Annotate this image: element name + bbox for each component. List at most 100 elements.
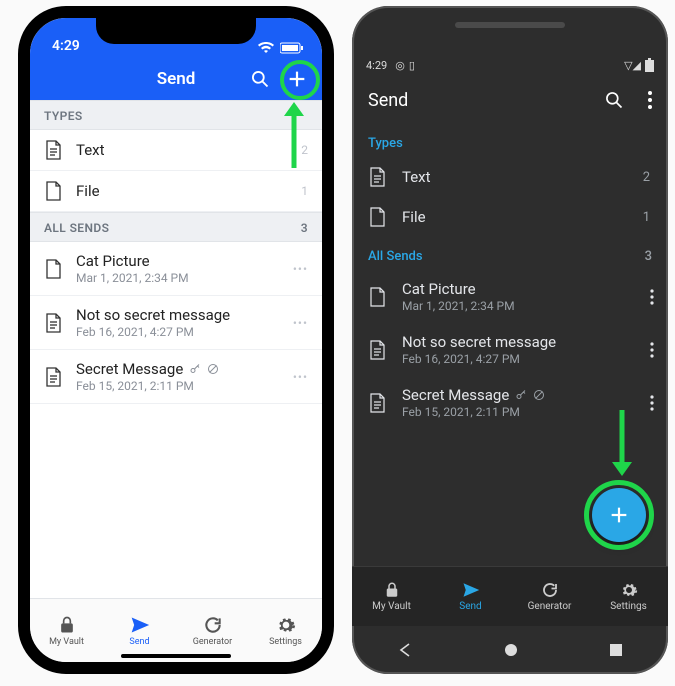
type-row-text[interactable]: Text 2 (352, 157, 668, 197)
status-icon: ▯ (409, 59, 415, 72)
tab-label: My Vault (49, 637, 84, 647)
section-header-label: All Sends (368, 249, 423, 264)
ios-device-frame: 4:29 Send TYPES Text 2 File 1 (18, 6, 334, 674)
battery-icon (645, 58, 654, 72)
tab-send[interactable]: Send (431, 567, 510, 626)
section-header-label: Types (368, 136, 403, 151)
send-row[interactable]: Secret Message Feb 15, 2021, 2:11 PM ••• (30, 350, 322, 404)
tab-vault[interactable]: My Vault (30, 599, 103, 662)
file-icon (44, 181, 64, 201)
lock-icon (57, 615, 77, 635)
send-row[interactable]: Secret Message Feb 15, 2021, 2:11 PM (352, 376, 668, 429)
type-row-file[interactable]: File 1 (30, 171, 322, 212)
text-file-icon (44, 367, 64, 387)
refresh-icon (541, 581, 559, 599)
row-count: 1 (301, 184, 308, 198)
send-title: Cat Picture (76, 252, 281, 270)
tab-label: Settings (269, 637, 302, 647)
file-icon (368, 207, 388, 227)
tab-label: My Vault (372, 601, 411, 612)
battery-icon (280, 42, 304, 54)
tab-vault[interactable]: My Vault (352, 567, 431, 626)
gear-icon (620, 581, 638, 599)
key-icon (515, 389, 527, 401)
more-button[interactable] (646, 342, 658, 358)
row-count: 2 (301, 143, 308, 157)
tab-label: Generator (193, 637, 232, 647)
send-subtitle: Mar 1, 2021, 2:34 PM (402, 299, 632, 313)
status-icon: ◎ (395, 59, 405, 72)
send-subtitle: Feb 15, 2021, 2:11 PM (402, 405, 632, 419)
nav-home-button[interactable] (503, 642, 519, 658)
send-title-text: Secret Message (76, 360, 183, 378)
wifi-icon (258, 42, 274, 54)
android-status-bar: 4:29 ◎ ▯ ▽◢ (352, 54, 668, 76)
send-row[interactable]: Not so secret message Feb 16, 2021, 4:27… (30, 296, 322, 350)
send-title: Not so secret message (76, 306, 281, 324)
gear-icon (276, 615, 296, 635)
more-button[interactable]: ••• (293, 316, 308, 330)
ios-status-time: 4:29 (52, 38, 80, 54)
type-row-file[interactable]: File 1 (352, 197, 668, 237)
refresh-icon (203, 615, 223, 635)
more-button[interactable]: ••• (293, 370, 308, 384)
file-icon (368, 287, 388, 307)
row-title: Text (402, 168, 621, 186)
tab-generator[interactable]: Generator (176, 599, 249, 662)
nav-recents-button[interactable] (609, 643, 623, 657)
tab-label: Send (459, 601, 481, 612)
tab-settings[interactable]: Settings (249, 599, 322, 662)
section-header-all: ALL SENDS 3 (30, 212, 322, 242)
android-speaker (455, 22, 565, 28)
send-title: Secret Message (402, 386, 632, 404)
more-button[interactable]: ••• (293, 262, 308, 276)
more-button[interactable] (646, 289, 658, 305)
row-title: Text (76, 141, 289, 159)
send-title: Not so secret message (402, 333, 632, 351)
send-subtitle: Feb 16, 2021, 4:27 PM (76, 325, 281, 339)
send-title: Secret Message (76, 360, 281, 378)
tab-generator[interactable]: Generator (510, 567, 589, 626)
ios-navbar: Send (30, 58, 322, 100)
send-row[interactable]: Cat Picture Mar 1, 2021, 2:34 PM (352, 270, 668, 323)
key-icon (189, 363, 201, 375)
send-icon (130, 615, 150, 635)
signal-icon: ▽◢ (624, 59, 641, 72)
send-subtitle: Mar 1, 2021, 2:34 PM (76, 271, 281, 285)
nav-back-button[interactable] (397, 642, 413, 658)
tab-settings[interactable]: Settings (589, 567, 668, 626)
search-button[interactable] (596, 82, 632, 118)
tab-label: Generator (528, 601, 572, 612)
send-row[interactable]: Cat Picture Mar 1, 2021, 2:34 PM ••• (30, 242, 322, 296)
text-file-icon (44, 140, 64, 160)
tab-send[interactable]: Send (103, 599, 176, 662)
section-header-types: TYPES (30, 100, 322, 130)
android-tabbar: My Vault Send Generator Settings (352, 566, 668, 626)
send-icon (462, 581, 480, 599)
text-file-icon (368, 393, 388, 413)
more-button[interactable] (646, 395, 658, 411)
text-file-icon (368, 340, 388, 360)
search-button[interactable] (250, 69, 270, 89)
send-subtitle: Feb 16, 2021, 4:27 PM (402, 352, 632, 366)
file-icon (44, 259, 64, 279)
disabled-icon (533, 389, 545, 401)
overflow-menu-button[interactable] (640, 83, 660, 117)
send-subtitle: Feb 15, 2021, 2:11 PM (76, 379, 281, 393)
row-count: 1 (635, 210, 658, 225)
send-title: Cat Picture (402, 280, 632, 298)
ios-tabbar: My Vault Send Generator Settings (30, 598, 322, 662)
send-row[interactable]: Not so secret message Feb 16, 2021, 4:27… (352, 323, 668, 376)
android-nav-bar (352, 626, 668, 674)
tab-label: Send (129, 637, 149, 647)
page-title: Send (368, 90, 588, 111)
page-title: Send (157, 69, 196, 89)
tab-label: Settings (610, 601, 647, 612)
android-status-time: 4:29 (366, 59, 387, 72)
fab-add-button[interactable] (592, 488, 646, 542)
type-row-text[interactable]: Text 2 (30, 130, 322, 171)
disabled-icon (207, 363, 219, 375)
section-header-types: Types (352, 124, 668, 157)
send-title-text: Secret Message (402, 386, 509, 404)
add-button[interactable] (286, 68, 308, 90)
